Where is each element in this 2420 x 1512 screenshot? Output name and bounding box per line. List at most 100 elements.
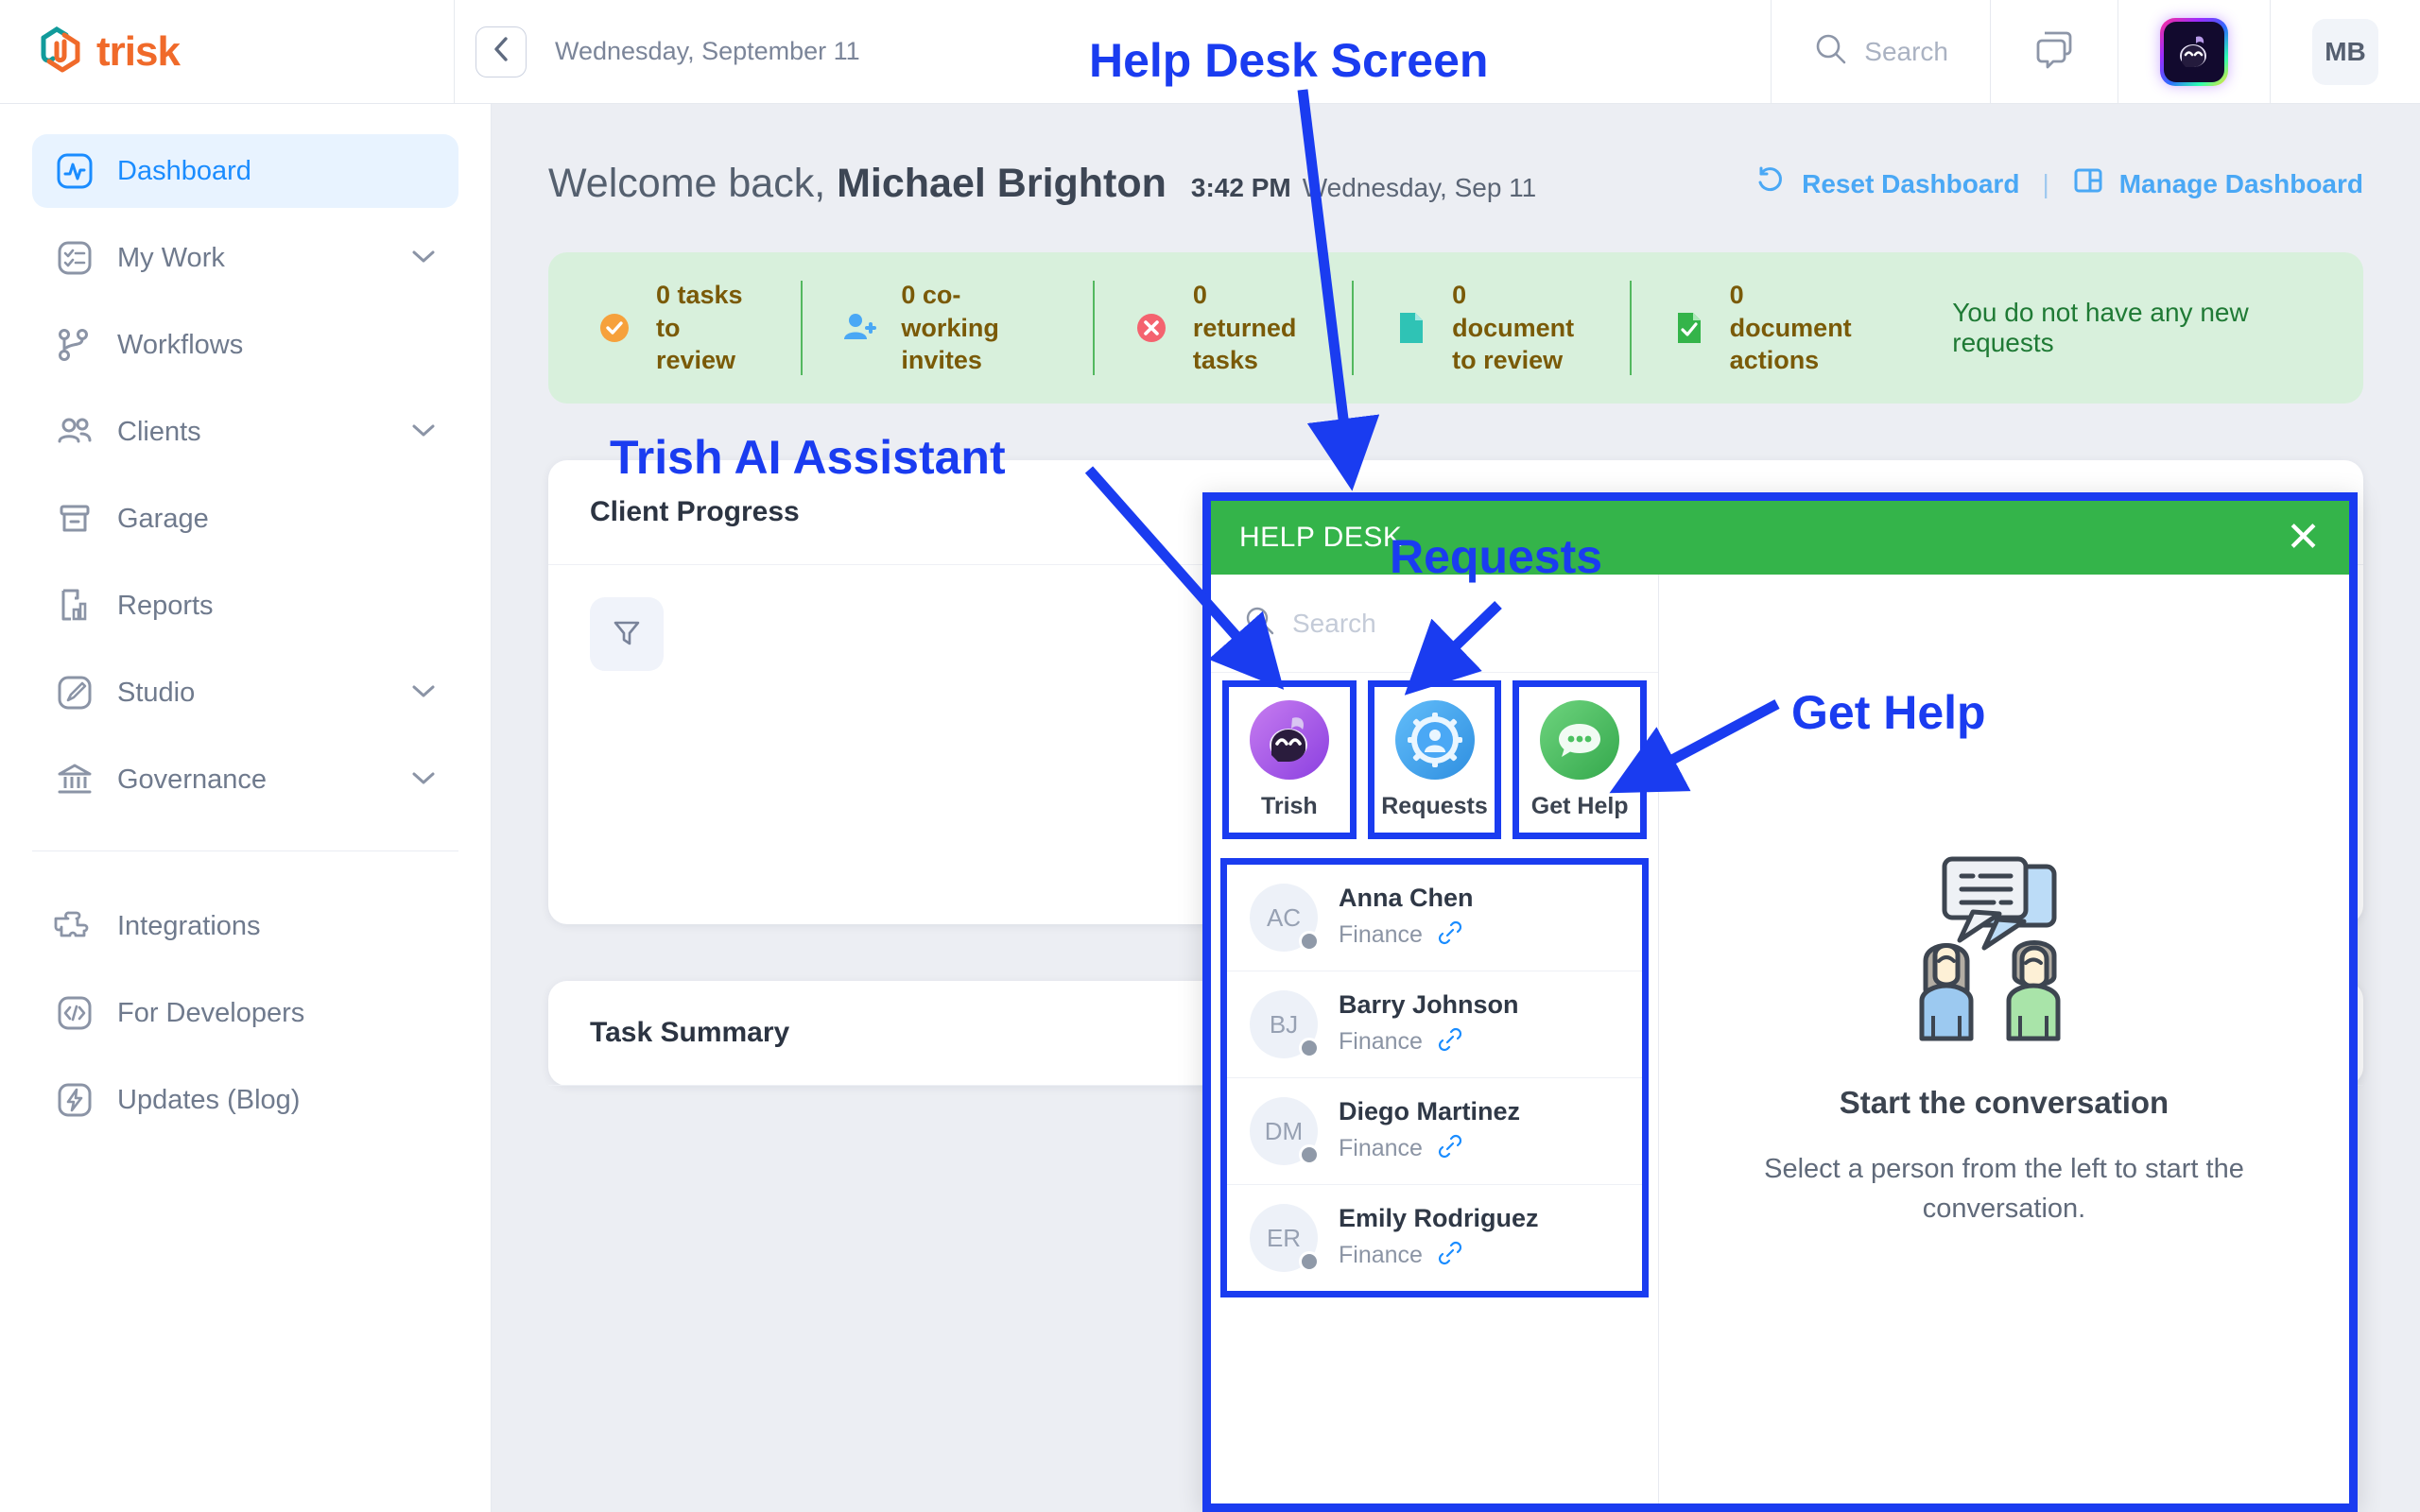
sidebar-item-governance[interactable]: Governance [32, 743, 458, 816]
hexagon-logo-icon [36, 23, 85, 80]
sidebar-item-label: Workflows [117, 329, 244, 360]
link-chain-icon[interactable] [1436, 1132, 1464, 1165]
sidebar-item-workflows[interactable]: Workflows [32, 308, 458, 382]
sidebar-item-my-work[interactable]: My Work [32, 221, 458, 295]
gear-person-icon [1394, 699, 1475, 780]
avatar-initials: BJ [1269, 1009, 1299, 1039]
screenshot-root: trisk Wednesday, September 11 Search MB … [0, 0, 2420, 1512]
trish-assistant-button[interactable] [2118, 0, 2270, 104]
list-item[interactable]: DM Diego Martinez Finance [1227, 1077, 1642, 1184]
user-menu[interactable]: MB [2270, 0, 2420, 104]
garage-box-icon [53, 497, 96, 541]
sidebar-item-label: Clients [117, 416, 201, 447]
contact-name: Diego Martinez [1339, 1097, 1521, 1125]
search-icon [1813, 31, 1849, 72]
stat-count: 0 co-working [901, 281, 999, 342]
people-icon [53, 410, 96, 454]
stats-note: You do not have any new requests [1952, 298, 2249, 357]
contact-department: Finance [1339, 1242, 1423, 1268]
sidebar-item-dashboard[interactable]: Dashboard [32, 134, 458, 208]
reset-dashboard-button[interactable]: Reset Dashboard [1754, 164, 2019, 203]
chat-button[interactable] [1990, 0, 2118, 104]
brush-icon [53, 671, 96, 714]
stat-document-to-review[interactable]: 0 document to review [1352, 281, 1630, 375]
user-plus-icon [838, 307, 880, 349]
trish-bot-avatar-icon [2160, 17, 2228, 86]
stat-text: 0 document to review [1452, 279, 1594, 377]
help-desk-search[interactable]: Search [1211, 575, 1658, 673]
reset-dashboard-label: Reset Dashboard [1802, 168, 2020, 198]
welcome-time: 3:42 PM [1190, 173, 1291, 202]
chevron-down-icon[interactable] [409, 681, 438, 705]
empty-state-subtitle: Select a person from the left to start t… [1764, 1153, 2244, 1224]
help-desk-right-pane: Start the conversation Select a person f… [1659, 575, 2349, 1503]
sidebar-item-garage[interactable]: Garage [32, 482, 458, 556]
link-chain-icon[interactable] [1436, 1025, 1464, 1058]
dashboard-layout-icon [2072, 164, 2104, 203]
stat-text: 0 document actions [1730, 279, 1872, 377]
report-chart-icon [53, 584, 96, 627]
tile-label: Requests [1381, 792, 1488, 819]
check-circle-icon [594, 307, 635, 349]
two-people-conversation-icon [1886, 856, 2122, 1052]
stat-coworking-invites[interactable]: 0 co-working invites [801, 281, 1092, 375]
back-button[interactable] [475, 26, 527, 77]
stat-label: invites [901, 346, 982, 375]
list-item[interactable]: AC Anna Chen Finance [1227, 865, 1642, 971]
link-chain-icon[interactable] [1436, 919, 1464, 952]
link-chain-icon[interactable] [1436, 1239, 1464, 1272]
workflow-branch-icon [53, 323, 96, 367]
avatar: AC [1250, 884, 1320, 952]
sidebar-item-clients[interactable]: Clients [32, 395, 458, 469]
sidebar-item-reports[interactable]: Reports [32, 569, 458, 643]
dashboard-actions: Reset Dashboard | Manage Dashboard [1754, 164, 2363, 203]
manage-dashboard-button[interactable]: Manage Dashboard [2072, 164, 2363, 203]
filter-funnel-icon [611, 616, 643, 653]
contact-name: Anna Chen [1339, 884, 1474, 912]
list-item[interactable]: ER Emily Rodriguez Finance [1227, 1184, 1642, 1291]
stat-label: to review [656, 313, 736, 375]
empty-state-title: Start the conversation [1839, 1084, 2169, 1120]
tile-get-help[interactable]: Get Help [1512, 680, 1648, 839]
tile-trish[interactable]: Trish [1222, 680, 1357, 839]
contact-department: Finance [1339, 1135, 1423, 1161]
contact-sub: Finance [1339, 1239, 1539, 1272]
sidebar-item-updates-blog[interactable]: Updates (Blog) [32, 1063, 458, 1137]
list-item[interactable]: BJ Barry Johnson Finance [1227, 971, 1642, 1077]
help-desk-header: HELP DESK ✕ [1211, 501, 2349, 575]
stat-document-actions[interactable]: 0 document actions [1629, 279, 1908, 377]
page-title: Welcome back, Michael Brighton [548, 161, 1167, 207]
search-icon [1243, 604, 1277, 643]
stat-label: to review [1452, 346, 1564, 375]
stat-label: tasks [1192, 346, 1258, 375]
status-badge [1299, 931, 1320, 952]
help-desk-body: Search Trish Requests Get Help AC Anna C… [1211, 575, 2349, 1503]
stat-text: 0 co-working invites [901, 279, 1056, 377]
chevron-down-icon[interactable] [409, 421, 438, 444]
sidebar-item-label: Reports [117, 590, 214, 621]
filter-button[interactable] [590, 597, 664, 671]
avatar-initials: ER [1266, 1223, 1302, 1252]
sidebar-item-for-developers[interactable]: For Developers [32, 976, 458, 1050]
checklist-icon [53, 236, 96, 280]
sidebar-item-label: Garage [117, 503, 209, 534]
tile-requests[interactable]: Requests [1367, 680, 1502, 839]
sidebar-item-integrations[interactable]: Integrations [32, 889, 458, 963]
contact-sub: Finance [1339, 1025, 1519, 1058]
stat-tasks-to-review[interactable]: 0 tasks to review [558, 281, 801, 375]
reset-arrow-icon [1754, 164, 1787, 203]
x-circle-icon [1131, 307, 1172, 349]
sidebar-item-studio[interactable]: Studio [32, 656, 458, 730]
close-x-icon[interactable]: ✕ [2286, 517, 2321, 558]
chat-dots-icon [1540, 699, 1620, 780]
chevron-down-icon[interactable] [409, 247, 438, 270]
app-logo[interactable]: trisk [0, 23, 454, 80]
stat-text: 0 returned tasks [1193, 279, 1316, 377]
welcome-row: Welcome back, Michael Brighton 3:42 PM W… [492, 104, 2420, 207]
contact-info: Anna Chen Finance [1339, 884, 1474, 952]
stat-count: 0 tasks [656, 281, 743, 310]
stat-returned-tasks[interactable]: 0 returned tasks [1092, 279, 1352, 377]
chevron-down-icon[interactable] [409, 768, 438, 792]
global-search[interactable]: Search [1771, 0, 1990, 104]
search-input[interactable]: Search [1292, 609, 1376, 639]
